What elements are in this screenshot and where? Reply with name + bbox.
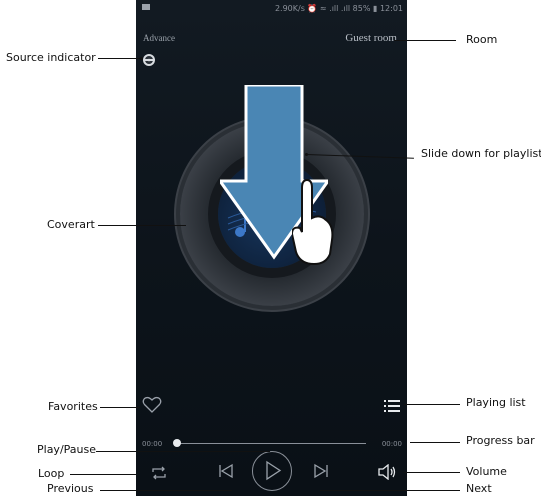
label-room: Room — [466, 33, 498, 46]
label-coverart: Coverart — [47, 218, 95, 231]
label-volume: Volume — [466, 465, 507, 478]
callout-line — [70, 474, 136, 475]
label-loop: Loop — [38, 467, 65, 480]
callout-line — [394, 40, 456, 41]
label-playing-list: Playing list — [466, 396, 526, 409]
callout-line — [98, 225, 186, 226]
callout-line — [410, 442, 460, 443]
callout-line — [98, 58, 142, 59]
loop-icon[interactable] — [151, 466, 167, 480]
status-bar: 2.90K/s ⏰ ≈ .ıll .ıll 85% ▮ 12:01 — [136, 0, 407, 18]
status-info: 2.90K/s ⏰ ≈ .ıll .ıll 85% ▮ 12:01 — [274, 4, 403, 13]
label-progress-bar: Progress bar — [466, 434, 535, 447]
previous-icon[interactable] — [218, 463, 234, 479]
label-favorites: Favorites — [48, 400, 98, 413]
callout-line — [96, 451, 270, 452]
label-source-indicator: Source indicator — [6, 51, 96, 64]
time-elapsed: 00:00 — [142, 440, 163, 448]
label-play-pause: Play/Pause — [37, 443, 96, 456]
callout-line — [404, 404, 460, 405]
label-slide-down: Slide down for playlist — [421, 147, 541, 160]
progress-bar[interactable] — [176, 443, 366, 444]
time-total: 00:00 — [381, 440, 402, 448]
callout-dot — [305, 153, 308, 156]
play-pause-button[interactable] — [252, 451, 292, 491]
callout-line — [100, 407, 140, 408]
callout-line — [404, 472, 460, 473]
volume-icon[interactable] — [378, 464, 396, 480]
label-next: Next — [466, 482, 492, 495]
list-icon[interactable] — [384, 399, 400, 413]
heart-icon[interactable] — [142, 396, 162, 414]
hand-icon — [292, 178, 334, 266]
callout-line — [100, 490, 232, 491]
label-previous: Previous — [47, 482, 94, 495]
progress-knob[interactable] — [173, 439, 181, 447]
phone-screen: 2.90K/s ⏰ ≈ .ıll .ıll 85% ▮ 12:01 Advanc… — [136, 0, 407, 496]
callout-dot — [140, 57, 143, 60]
mode-label[interactable]: Advance — [143, 33, 175, 43]
next-icon[interactable] — [313, 463, 329, 479]
play-icon — [266, 460, 282, 481]
room-name[interactable]: Guest room — [345, 32, 397, 44]
callout-line — [320, 490, 460, 491]
notification-icon — [142, 4, 150, 10]
source-icon[interactable] — [142, 53, 156, 67]
